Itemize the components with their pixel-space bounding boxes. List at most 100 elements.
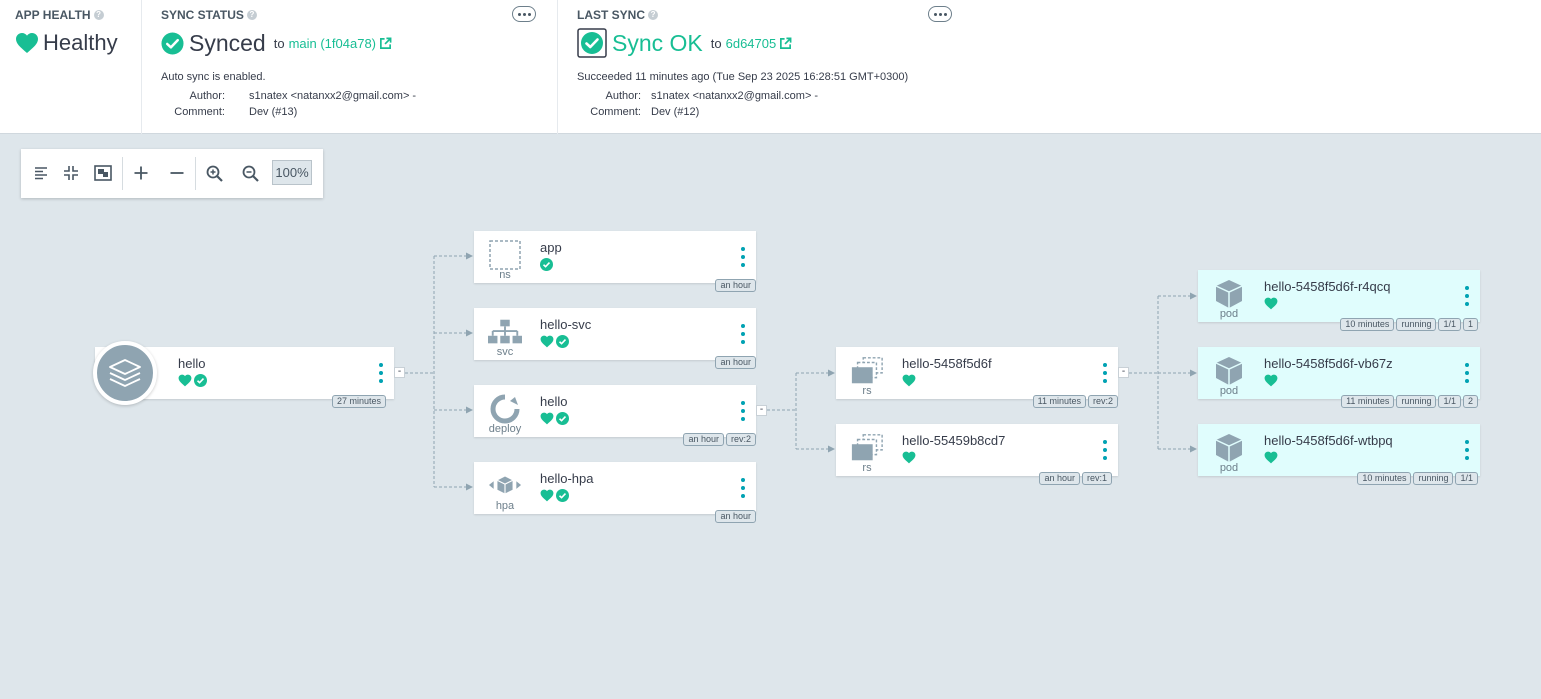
resource-node-ns[interactable]: ns app an hour (474, 231, 756, 292)
node-menu-button[interactable] (1463, 363, 1471, 383)
node-kind: pod (1219, 462, 1239, 474)
sync-status-more-button[interactable] (512, 6, 536, 22)
comment-value: Dev (#12) (651, 106, 700, 118)
resource-node-pod[interactable]: pod hello-5458f5d6f-vb67z 11 minutes run… (1198, 347, 1480, 408)
zoom-out-icon (242, 165, 259, 182)
resource-node-pod[interactable]: pod hello-5458f5d6f-r4qcq 10 minutes run… (1198, 270, 1480, 331)
node-menu-button[interactable] (1463, 286, 1471, 306)
sync-revision-link[interactable]: main (1f04a78) (289, 36, 376, 51)
node-kind: rs (862, 462, 872, 474)
expand-button[interactable] (129, 161, 153, 185)
node-status (540, 258, 553, 271)
check-box-icon (577, 28, 607, 58)
tag: 11 minutes (1032, 395, 1086, 408)
auto-sync-text: Auto sync is enabled. (161, 71, 266, 83)
app-health-section: APP HEALTH? Healthy (0, 0, 140, 134)
health-status-text: Healthy (43, 30, 118, 55)
node-kind: pod (1219, 385, 1239, 397)
node-status (1264, 451, 1278, 464)
toolbar-divider (195, 157, 196, 190)
tag: running (1413, 472, 1454, 485)
toolbar-divider (122, 157, 123, 190)
resource-node-deploy[interactable]: deploy hello an hour rev:2 (474, 385, 756, 446)
node-name: hello (178, 356, 206, 371)
collapse-button[interactable] (165, 161, 189, 185)
sync-status-row: Synced to main (1f04a78) (161, 30, 392, 57)
tag: 10 minutes (1340, 318, 1395, 331)
minus-icon (170, 172, 184, 174)
tag: rev:2 (1087, 395, 1118, 408)
node-menu-button[interactable] (1463, 440, 1471, 460)
node-name: hello-55459b8cd7 (902, 433, 1006, 448)
node-menu-button[interactable] (739, 247, 747, 267)
external-link-icon[interactable] (379, 37, 392, 50)
last-sync-section: LAST SYNC? Sync OK to 6d64705 Succeeded … (557, 0, 977, 134)
node-status (540, 335, 569, 348)
heart-icon (540, 489, 554, 502)
fit-screen-button[interactable] (91, 161, 115, 185)
tag: an hour (715, 510, 756, 523)
node-tags: 10 minutes running 1/1 (1357, 472, 1478, 485)
sync-status-title: SYNC STATUS? (161, 8, 257, 22)
zoom-in-button[interactable] (202, 161, 226, 185)
tag: an hour (715, 279, 756, 292)
node-name: hello-5458f5d6f-wtbpq (1264, 433, 1393, 448)
zoom-out-button[interactable] (238, 161, 262, 185)
node-status (178, 374, 207, 387)
node-status (540, 412, 569, 425)
node-menu-button[interactable] (739, 401, 747, 421)
help-icon[interactable]: ? (648, 10, 659, 20)
help-icon[interactable]: ? (93, 10, 104, 20)
node-kind: hpa (495, 500, 515, 512)
resource-node-pod[interactable]: pod hello-5458f5d6f-wtbpq 10 minutes run… (1198, 424, 1480, 485)
tag: 27 minutes (332, 395, 387, 408)
align-left-icon (35, 167, 47, 180)
app-icon (93, 341, 157, 405)
tag: running (1396, 395, 1437, 408)
node-menu-button[interactable] (1101, 363, 1109, 383)
compact-button[interactable] (59, 161, 83, 185)
tag: running (1396, 318, 1437, 331)
collapse-toggle[interactable]: - (756, 405, 767, 416)
collapse-toggle[interactable]: - (1118, 367, 1129, 378)
sync-status-text: Synced (189, 30, 266, 56)
pod-icon (1212, 356, 1246, 386)
collapse-toggle[interactable]: - (394, 367, 405, 378)
node-menu-button[interactable] (739, 478, 747, 498)
sync-status-section: SYNC STATUS? Synced to main (1f04a78) Au… (141, 0, 556, 134)
node-menu-button[interactable] (1101, 440, 1109, 460)
tag: 1/1 (1438, 395, 1461, 408)
help-icon[interactable]: ? (246, 10, 257, 20)
resource-node-hpa[interactable]: hpa hello-hpa an hour (474, 462, 756, 523)
node-status (902, 374, 916, 387)
node-kind: pod (1219, 308, 1239, 320)
last-sync-more-button[interactable] (928, 6, 952, 22)
tag: 2 (1462, 395, 1478, 408)
zoom-level[interactable]: 100% (272, 160, 312, 185)
service-icon (488, 317, 522, 347)
tag: rev:2 (725, 433, 756, 446)
node-menu-button[interactable] (377, 363, 385, 383)
node-kind: deploy (488, 423, 522, 435)
resource-node-svc[interactable]: svc hello-svc an hour (474, 308, 756, 369)
author-value: s1natex <natanxx2@gmail.com> - (249, 90, 417, 102)
resource-node-rs[interactable]: rs hello-5458f5d6f 11 minutes rev:2 (836, 347, 1118, 408)
check-circle-icon (556, 335, 569, 348)
comment-label: Comment: (174, 106, 225, 118)
node-status (1264, 374, 1278, 387)
compress-icon (64, 166, 78, 180)
node-name: hello (540, 394, 568, 409)
node-menu-button[interactable] (739, 324, 747, 344)
heart-icon (902, 451, 916, 464)
node-tags: 10 minutes running 1/1 1 (1340, 318, 1478, 331)
resource-node-rs[interactable]: rs hello-55459b8cd7 an hour rev:1 (836, 424, 1118, 485)
comment-label: Comment: (590, 106, 641, 118)
graph-toolbar: 100% (21, 149, 323, 198)
node-name: hello-hpa (540, 471, 594, 486)
deployment-icon (488, 394, 522, 424)
align-left-button[interactable] (29, 161, 53, 185)
external-link-icon[interactable] (779, 37, 792, 50)
last-sync-revision-link[interactable]: 6d64705 (726, 36, 777, 51)
node-tags: an hour rev:1 (1039, 472, 1112, 485)
node-name: hello-5458f5d6f-vb67z (1264, 356, 1393, 371)
